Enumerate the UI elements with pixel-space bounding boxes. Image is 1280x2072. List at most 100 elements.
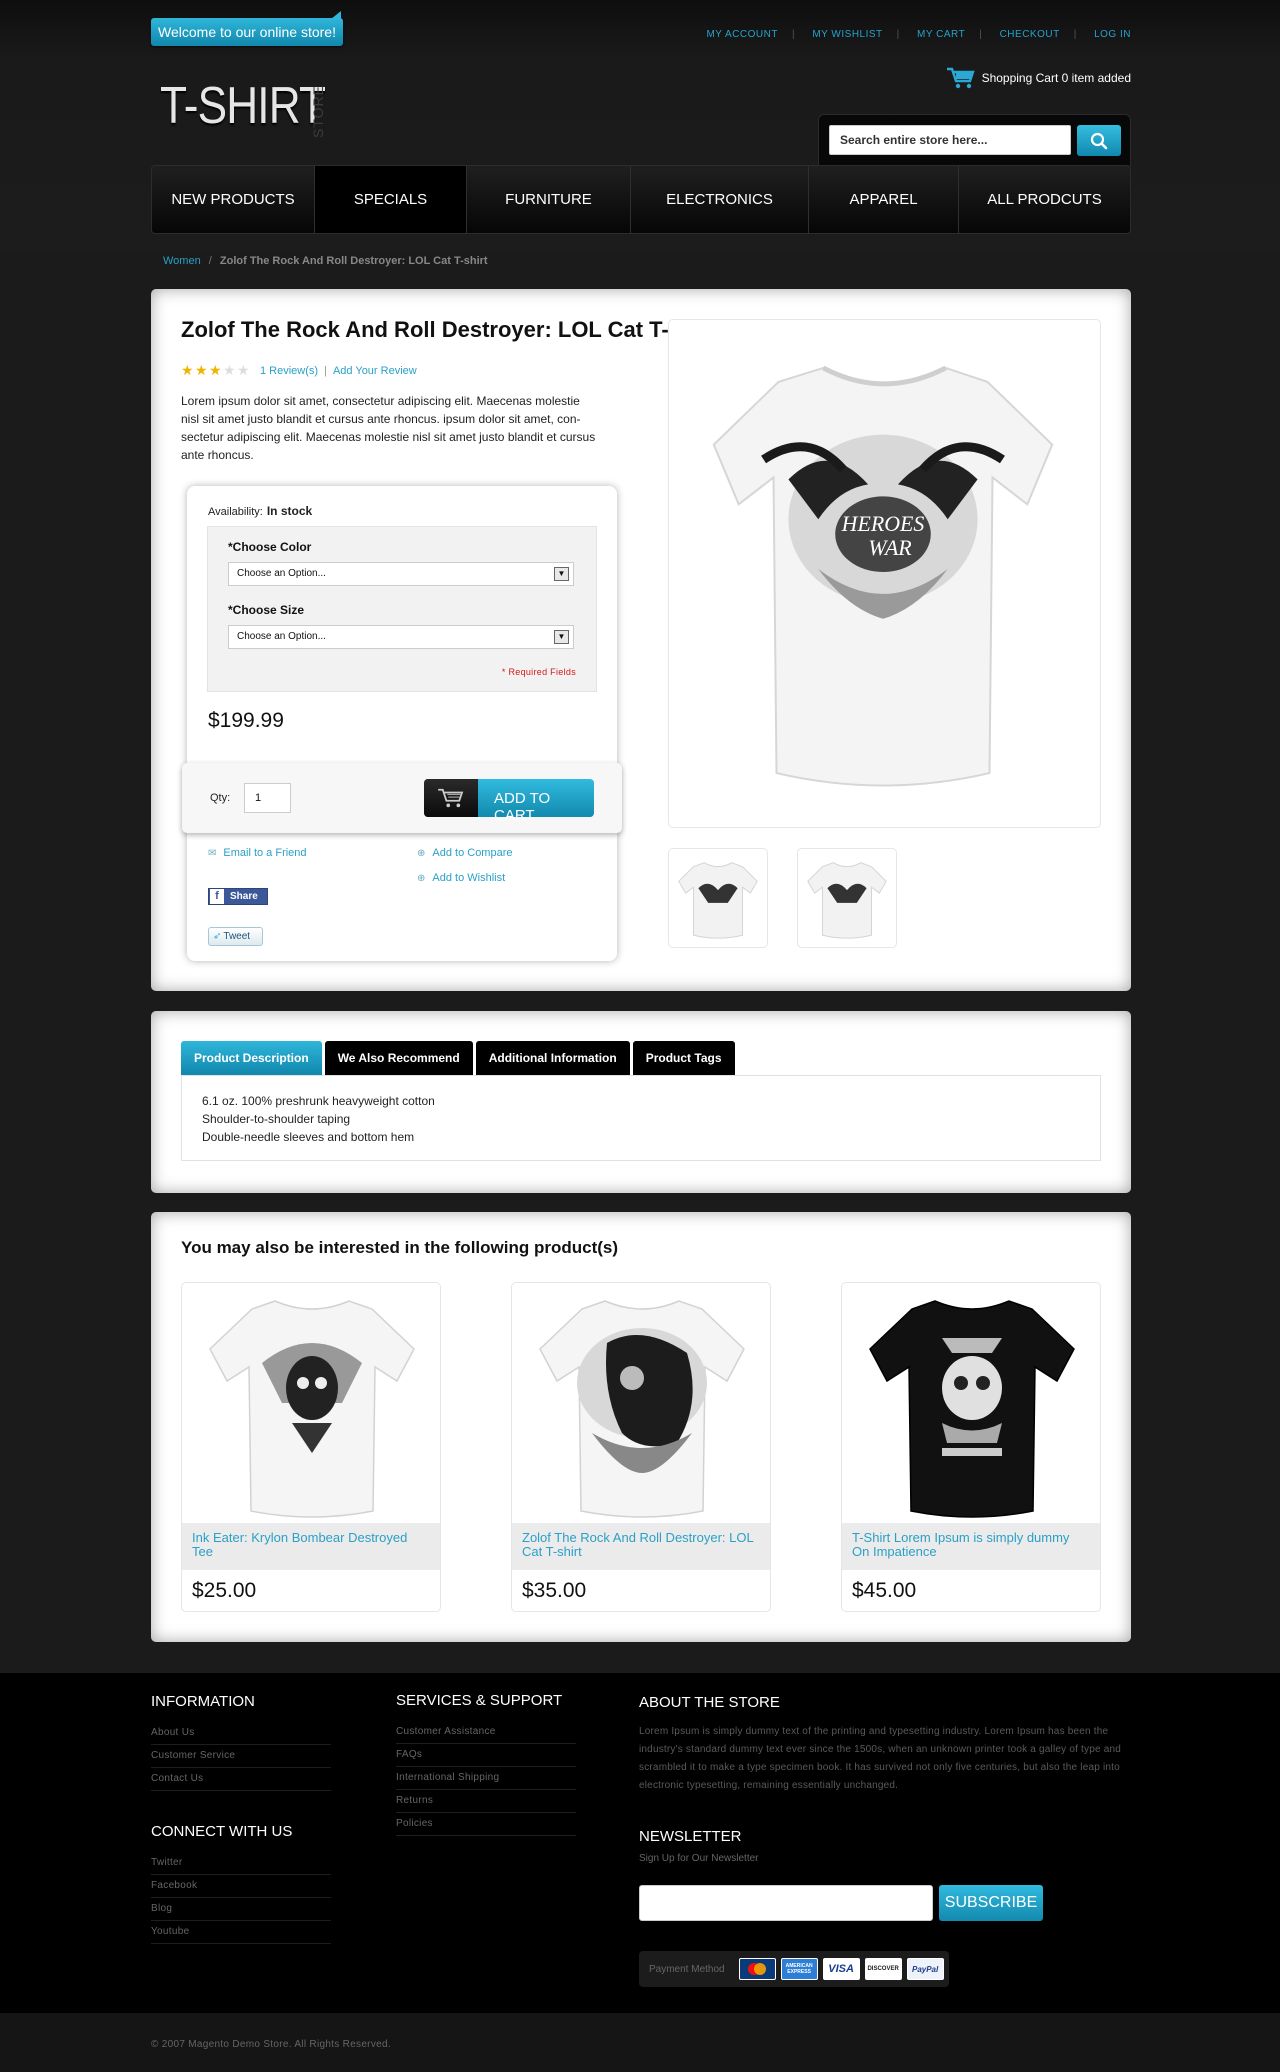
search-icon — [1090, 132, 1108, 149]
tab-we-also-recommend[interactable]: We Also Recommend — [324, 1041, 473, 1075]
mastercard-icon — [738, 1958, 776, 1980]
footer-about: ABOUT THE STORE Lorem Ipsum is simply du… — [639, 1694, 1129, 1795]
copyright-text: © 2007 Magento Demo Store. All Rights Re… — [151, 2039, 391, 2050]
add-to-wishlist-link[interactable]: ⊕ Add to Wishlist — [417, 872, 505, 884]
breadcrumb-separator: / — [208, 255, 212, 267]
my-cart-link[interactable]: MY CART — [917, 29, 965, 40]
related-product-name[interactable]: T-Shirt Lorem Ipsum is simply dummy On I… — [842, 1523, 1100, 1570]
product-panel: Zolof The Rock And Roll Destroyer: LOL C… — [151, 289, 1131, 991]
description-line: 6.1 oz. 100% preshrunk heavyweight cotto… — [202, 1094, 435, 1108]
availability: Availability: In stock — [208, 504, 312, 518]
store-logo[interactable]: T-SHIRT — [160, 76, 326, 136]
my-wishlist-link[interactable]: MY WISHLIST — [812, 29, 882, 40]
color-select-value: Choose an Option... — [237, 568, 326, 579]
shopping-cart-icon — [946, 67, 975, 89]
tshirt-thumbnail-image — [678, 862, 758, 939]
footer-link-blog[interactable]: Blog — [151, 1898, 331, 1921]
add-review-link[interactable]: Add Your Review — [333, 365, 417, 377]
nav-new-products[interactable]: NEW PRODUCTS — [152, 166, 315, 233]
facebook-icon: f — [210, 889, 224, 904]
mini-cart[interactable]: Shopping Cart 0 item added — [946, 66, 1131, 90]
related-product-card[interactable]: Zolof The Rock And Roll Destroyer: LOL C… — [511, 1282, 771, 1612]
related-product-card[interactable]: T-Shirt Lorem Ipsum is simply dummy On I… — [841, 1282, 1101, 1612]
footer-link-customer-assistance[interactable]: Customer Assistance — [396, 1721, 576, 1744]
product-price: $199.99 — [208, 709, 284, 732]
footer-link-about-us[interactable]: About Us — [151, 1722, 331, 1745]
breadcrumb: Women / Zolof The Rock And Roll Destroye… — [163, 255, 488, 267]
size-select[interactable]: Choose an Option... ▼ — [228, 625, 574, 649]
search-input[interactable] — [829, 125, 1071, 155]
facebook-share-button[interactable]: f Share — [208, 888, 268, 905]
footer-services: SERVICES & SUPPORT Customer Assistance F… — [396, 1692, 576, 1836]
related-product-price: $45.00 — [852, 1579, 917, 1602]
add-to-cart-label: ADD TO CART — [494, 790, 551, 824]
add-to-wishlist-label: Add to Wishlist — [432, 872, 506, 884]
search-button[interactable] — [1077, 125, 1121, 156]
footer-link-international-shipping[interactable]: International Shipping — [396, 1767, 576, 1790]
nav-apparel[interactable]: APPAREL — [809, 166, 959, 233]
footer-newsletter: NEWSLETTER Sign Up for Our Newsletter — [639, 1828, 759, 1864]
envelope-icon: ✉ — [208, 847, 217, 859]
buy-box: Availability: In stock *Choose Color Choo… — [182, 486, 622, 961]
related-product-price: $35.00 — [522, 1579, 587, 1602]
footer-information: INFORMATION About Us Customer Service Co… — [151, 1693, 331, 1791]
footer-link-policies[interactable]: Policies — [396, 1813, 576, 1836]
twitter-bird-icon: ➶ — [213, 931, 222, 942]
footer-link-facebook[interactable]: Facebook — [151, 1875, 331, 1898]
related-product-card[interactable]: Ink Eater: Krylon Bombear Destroyed Tee … — [181, 1282, 441, 1612]
tab-product-tags[interactable]: Product Tags — [632, 1041, 735, 1075]
add-to-compare-link[interactable]: ⊕ Add to Compare — [417, 847, 513, 859]
nav-furniture[interactable]: FURNITURE — [467, 166, 631, 233]
welcome-badge: Welcome to our online store! — [151, 11, 343, 46]
star-icon: ★ — [181, 362, 194, 378]
availability-label: Availability: — [208, 506, 263, 518]
tab-bar: Product Description We Also Recommend Ad… — [181, 1041, 738, 1075]
related-product-image — [539, 1300, 745, 1518]
add-to-cart-button[interactable]: ADD TO CART — [424, 779, 594, 824]
related-product-image — [869, 1300, 1075, 1518]
color-select[interactable]: Choose an Option... ▼ — [228, 562, 574, 586]
required-fields-note: * Required Fields — [501, 667, 576, 677]
breadcrumb-women[interactable]: Women — [163, 255, 201, 267]
product-thumbnail-1[interactable] — [668, 848, 768, 948]
nav-electronics[interactable]: ELECTRONICS — [631, 166, 809, 233]
footer-services-title: SERVICES & SUPPORT — [396, 1692, 563, 1709]
qty-input[interactable]: 1 — [244, 783, 291, 813]
footer-link-youtube[interactable]: Youtube — [151, 1921, 331, 1944]
footer-connect: CONNECT WITH US Twitter Facebook Blog Yo… — [151, 1823, 331, 1944]
product-title: Zolof The Rock And Roll Destroyer: LOL C… — [181, 317, 717, 342]
email-friend-link[interactable]: ✉ Email to a Friend — [208, 847, 307, 859]
related-product-name[interactable]: Ink Eater: Krylon Bombear Destroyed Tee — [182, 1523, 440, 1570]
reviews-link[interactable]: 1 Review(s) — [260, 365, 318, 377]
footer-link-customer-service[interactable]: Customer Service — [151, 1745, 331, 1768]
related-product-name[interactable]: Zolof The Rock And Roll Destroyer: LOL C… — [512, 1523, 770, 1570]
newsletter-title: NEWSLETTER — [639, 1828, 742, 1845]
subscribe-button[interactable]: SUBSCRIBE — [939, 1885, 1043, 1921]
dropdown-arrow-icon: ▼ — [554, 630, 569, 644]
size-select-value: Choose an Option... — [237, 631, 326, 642]
product-main-image[interactable]: HEROES WAR — [668, 319, 1101, 828]
my-account-link[interactable]: MY ACCOUNT — [706, 29, 778, 40]
svg-text:WAR: WAR — [868, 535, 911, 560]
availability-value: In stock — [266, 504, 313, 518]
footer-about-text: Lorem Ipsum is simply dummy text of the … — [639, 1726, 1122, 1791]
footer-link-faqs[interactable]: FAQs — [396, 1744, 576, 1767]
star-icon: ★ — [223, 362, 236, 378]
search-area — [818, 114, 1131, 166]
newsletter-email-input[interactable] — [639, 1885, 933, 1921]
nav-specials[interactable]: SPECIALS — [315, 166, 467, 233]
nav-all-products[interactable]: ALL PRODCUTS — [959, 166, 1130, 233]
footer-link-returns[interactable]: Returns — [396, 1790, 576, 1813]
color-label: *Choose Color — [228, 540, 312, 554]
footer-link-twitter[interactable]: Twitter — [151, 1852, 331, 1875]
tab-additional-information[interactable]: Additional Information — [475, 1041, 630, 1075]
tweet-button[interactable]: ➶ Tweet — [208, 927, 263, 946]
tweet-label: Tweet — [223, 931, 251, 942]
login-link[interactable]: LOG IN — [1094, 29, 1131, 40]
email-friend-label: Email to a Friend — [223, 847, 307, 859]
tab-product-description[interactable]: Product Description — [181, 1041, 322, 1075]
cart-summary-text: Shopping Cart 0 item added — [981, 71, 1131, 85]
checkout-link[interactable]: CHECKOUT — [1000, 29, 1060, 40]
footer-link-contact-us[interactable]: Contact Us — [151, 1768, 331, 1791]
product-thumbnail-2[interactable] — [797, 848, 897, 948]
